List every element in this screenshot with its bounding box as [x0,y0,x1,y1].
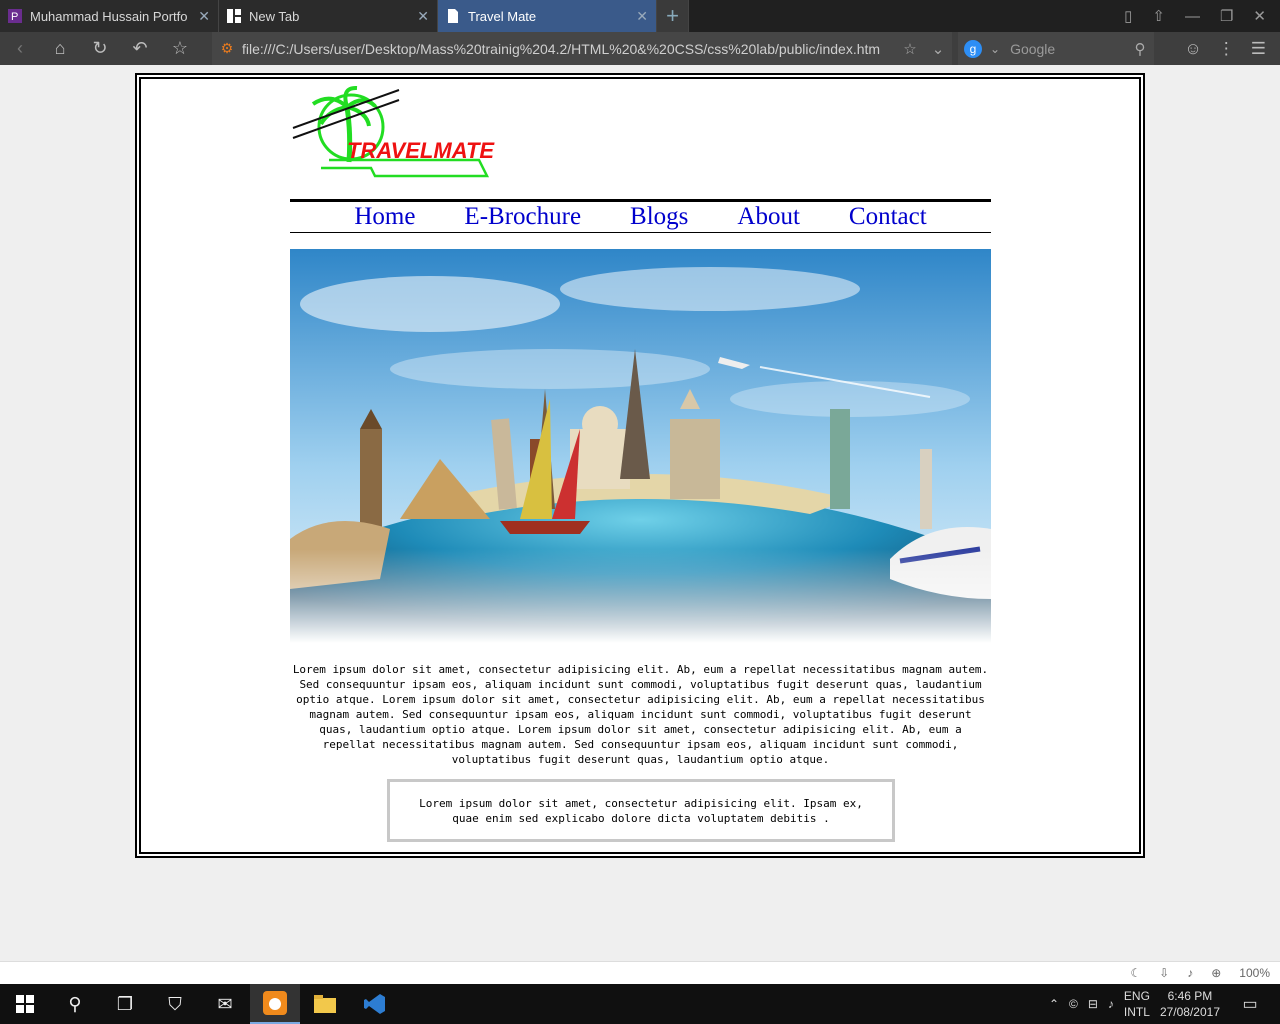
start-button-icon[interactable] [0,984,50,1024]
note-box: Lorem ipsum dolor sit amet, consectetur … [387,779,895,842]
task-view-icon[interactable]: ❐ [100,984,150,1024]
file-protocol-icon: ⚙ [220,40,234,56]
menu-item-contact[interactable]: Contact [849,203,927,231]
close-icon[interactable]: ✕ [417,8,429,25]
search-icon[interactable]: ⚲ [50,984,100,1024]
close-icon[interactable]: ✕ [198,8,210,25]
back-icon[interactable]: ‹ [0,38,40,59]
menu-icon[interactable]: ☰ [1251,39,1266,59]
tab-new-tab[interactable]: New Tab ✕ [219,0,438,32]
purple-p-icon: P [8,9,22,23]
chevron-down-icon[interactable]: ⌄ [990,42,1000,56]
search-engine-icon[interactable]: g [964,39,982,58]
browser-status-bar: ☾ ⇩ ♪ ⊕ 100% [0,961,1280,984]
page-icon [448,9,458,23]
file-explorer-icon[interactable] [300,984,350,1024]
restore-icon[interactable]: ❐ [1220,7,1233,25]
chevron-down-icon[interactable]: ⌄ [924,40,952,58]
clock-time: 6:46 PM [1167,989,1213,1003]
download-icon[interactable]: ⇩ [1159,966,1169,980]
page-frame: TRAVELMATE Home E-Brochure Blogs About C… [135,73,1145,858]
visual-studio-icon[interactable] [350,984,400,1024]
zoom-icon[interactable]: ⊕ [1211,966,1221,980]
minimize-icon[interactable]: — [1185,8,1200,25]
search-icon[interactable]: ⚲ [1126,40,1154,58]
menu-item-home[interactable]: Home [354,203,415,231]
account-icon[interactable]: ☺ [1184,39,1201,59]
speaker-icon[interactable]: ♪ [1108,997,1114,1011]
night-mode-icon[interactable]: ☾ [1130,966,1141,980]
skin-icon[interactable]: ⇧ [1152,7,1165,25]
copyright-app-icon[interactable]: © [1069,997,1078,1011]
volume-icon[interactable]: ♪ [1187,966,1193,980]
page-viewport: TRAVELMATE Home E-Brochure Blogs About C… [0,65,1280,961]
undo-close-icon[interactable]: ↶ [120,38,160,59]
clock[interactable]: 6:46 PM 27/08/2017 [1160,988,1220,1020]
navigation-bar: ‹ ⌂ ↻ ↶ ☆ ⚙ file:///C:/Users/user/Deskto… [0,32,1280,65]
language-code: ENG [1123,989,1150,1003]
network-icon[interactable]: ⊟ [1088,997,1098,1011]
menu-item-about[interactable]: About [737,203,800,231]
zoom-level[interactable]: 100% [1239,966,1270,980]
nav-right-tools: ☺ ⋮ ☰ [1184,32,1280,65]
input-language[interactable]: ENG INTL [1124,988,1150,1020]
reload-icon[interactable]: ↻ [80,38,120,59]
window-controls: ▯ ⇧ — ❐ ✕ [1124,0,1280,32]
new-tab-button[interactable]: + [657,0,689,32]
hero-image [290,249,991,643]
store-icon[interactable]: ⛉ [150,984,200,1024]
more-icon[interactable]: ⋮ [1218,39,1235,59]
menu-item-e-brochure[interactable]: E-Brochure [464,203,581,231]
notifications-icon[interactable]: ▭ [1230,994,1270,1014]
clock-date: 27/08/2017 [1159,1005,1220,1019]
tab-title: Muhammad Hussain Portfo [30,8,188,24]
search-input[interactable]: Google [1010,41,1126,57]
svg-text:P: P [11,11,18,23]
keyboard-layout: INTL [1123,1005,1150,1019]
travelmate-logo[interactable]: TRAVELMATE [291,82,496,182]
browser-tab-bar: P Muhammad Hussain Portfo ✕ New Tab ✕ Tr… [0,0,1280,32]
note-box-text: Lorem ipsum dolor sit amet, consectetur … [419,796,863,825]
uc-browser-icon[interactable] [250,984,300,1024]
sidebar-toggle-icon[interactable]: ▯ [1124,7,1132,25]
logo-text: TRAVELMATE [347,138,495,163]
close-window-icon[interactable]: ✕ [1253,7,1266,25]
star-icon[interactable]: ☆ [896,40,924,58]
bookmark-icon[interactable]: ☆ [160,38,200,59]
windows-taskbar: ⚲ ❐ ⛉ ✉ ⌃ © ⊟ ♪ ENG INTL 6:46 PM 27/08/2… [0,984,1280,1024]
close-icon[interactable]: ✕ [636,8,648,25]
grid-icon [227,9,241,23]
tab-title: New Tab [249,8,300,24]
system-tray: ⌃ © ⊟ ♪ ENG INTL 6:46 PM 27/08/2017 ▭ [1049,988,1280,1020]
main-menu: Home E-Brochure Blogs About Contact [290,199,991,233]
mail-icon[interactable]: ✉ [200,984,250,1024]
tab-portfolio[interactable]: P Muhammad Hussain Portfo ✕ [0,0,219,32]
tab-travel-mate[interactable]: Travel Mate ✕ [438,0,657,32]
address-bar[interactable]: ⚙ file:///C:/Users/user/Desktop/Mass%20t… [212,32,952,65]
tab-title: Travel Mate [468,8,537,24]
search-box[interactable]: g ⌄ Google ⚲ [958,32,1154,65]
menu-item-blogs[interactable]: Blogs [630,203,688,231]
home-icon[interactable]: ⌂ [40,38,80,59]
intro-paragraph: Lorem ipsum dolor sit amet, consectetur … [292,663,989,766]
chevron-up-icon[interactable]: ⌃ [1049,997,1059,1011]
url-field[interactable]: file:///C:/Users/user/Desktop/Mass%20tra… [242,41,896,57]
